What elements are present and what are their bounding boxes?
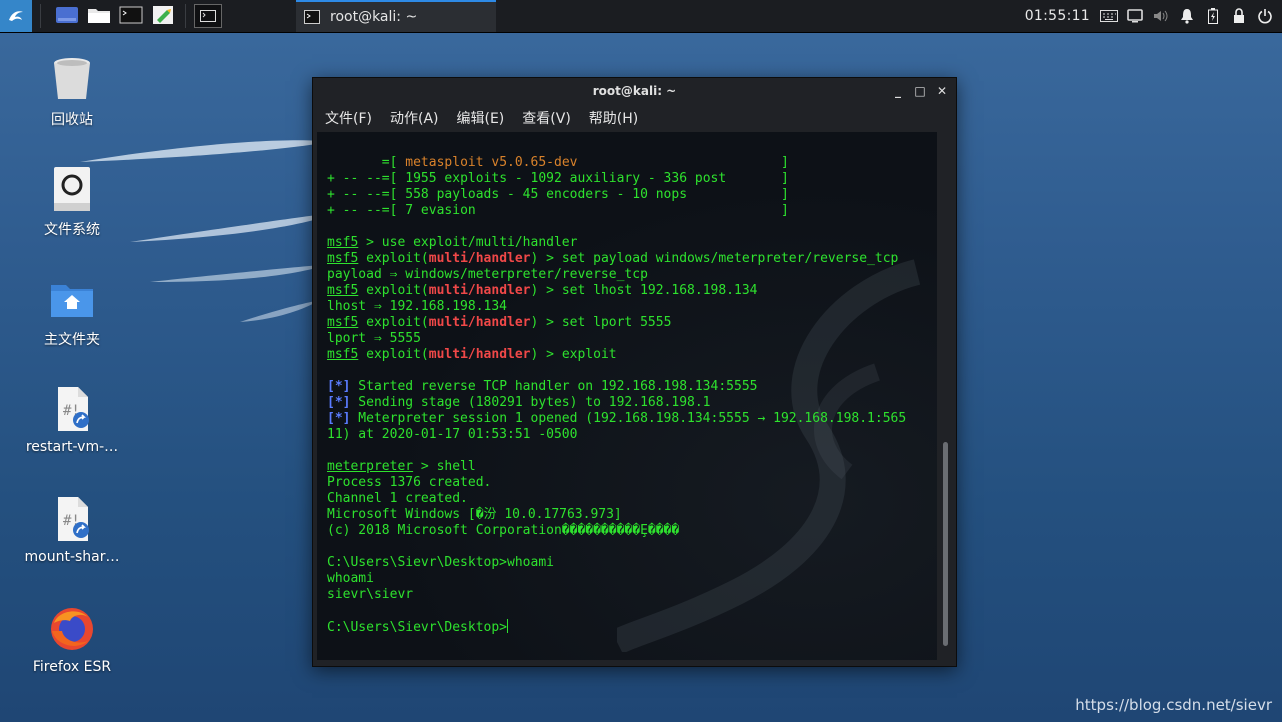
terminal-launcher[interactable] (119, 5, 145, 27)
desktop-icon-mount-share[interactable]: #! mount-shar… (17, 495, 127, 565)
desktop-icon-label: Firefox ESR (32, 659, 112, 675)
drive-icon (54, 167, 90, 211)
volume-control[interactable] (1148, 0, 1174, 32)
task-title: root@kali: ~ (330, 9, 418, 25)
home-folder-icon (51, 285, 93, 317)
watermark: https://blog.csdn.net/sievr (1075, 696, 1272, 714)
minimize-button[interactable]: _ (892, 84, 904, 98)
notification-button[interactable] (1174, 0, 1200, 32)
desktop-icon-label: 主文件夹 (44, 332, 100, 348)
lock-icon (1234, 8, 1244, 23)
terminal-scrollbar-thumb[interactable] (943, 442, 948, 646)
lock-screen-button[interactable] (1226, 0, 1252, 32)
menu-bar: 文件(F) 动作(A) 编辑(E) 查看(V) 帮助(H) (313, 104, 956, 132)
taskbar-terminal-task[interactable]: root@kali: ~ (296, 0, 496, 32)
script-icon: #! (58, 497, 89, 541)
maximize-button[interactable]: □ (914, 84, 926, 98)
trash-icon (54, 58, 90, 99)
desktop-icon-firefox[interactable]: Firefox ESR (17, 605, 127, 675)
script-icon: #! (58, 387, 89, 431)
terminal-output[interactable]: =[ metasploit v5.0.65-dev ] + -- --=[ 195… (317, 132, 937, 660)
text-editor-launcher[interactable] (151, 5, 177, 27)
folder-launcher[interactable] (87, 5, 113, 27)
workspace-switcher[interactable] (194, 4, 222, 28)
close-button[interactable]: ✕ (936, 84, 948, 98)
desktop-icon-label: 文件系统 (44, 222, 100, 238)
desktop-icon-label: mount-shar… (24, 549, 120, 565)
window-titlebar[interactable]: root@kali: ~ _ □ ✕ (313, 78, 956, 104)
notification-icon (1181, 9, 1193, 24)
desktop-icon-label: 回收站 (51, 112, 93, 128)
menu-help[interactable]: 帮助(H) (589, 108, 638, 128)
terminal-window[interactable]: root@kali: ~ _ □ ✕ 文件(F) 动作(A) 编辑(E) 查看(… (312, 77, 957, 667)
keyboard-indicator[interactable] (1096, 0, 1122, 32)
power-icon (1258, 9, 1272, 24)
kali-menu-button[interactable] (0, 0, 32, 32)
desktop-icon-home[interactable]: 主文件夹 (17, 275, 127, 349)
power-button[interactable] (1252, 0, 1278, 32)
terminal-text: =[ metasploit v5.0.65-dev ] + -- --=[ 195… (327, 155, 907, 635)
file-manager-launcher[interactable] (55, 5, 81, 27)
system-tray: 01:55:11 (1025, 0, 1282, 32)
desktop-icon-filesystem[interactable]: 文件系统 (17, 165, 127, 239)
battery-icon (1208, 8, 1218, 24)
display-indicator[interactable] (1122, 0, 1148, 32)
menu-file[interactable]: 文件(F) (325, 108, 372, 128)
terminal-icon (304, 10, 320, 24)
desktop-icon-trash[interactable]: 回收站 (17, 55, 127, 129)
desktop-icon-restart-vm[interactable]: #! restart-vm-… (17, 385, 127, 455)
kali-menu-icon (9, 11, 23, 21)
folder-icon (88, 9, 110, 23)
clock[interactable]: 01:55:11 (1025, 8, 1090, 24)
menu-actions[interactable]: 动作(A) (390, 108, 439, 128)
desktop-icon-label: restart-vm-… (25, 439, 119, 455)
text-editor-icon (153, 6, 173, 24)
file-manager-icon (56, 7, 78, 23)
menu-edit[interactable]: 编辑(E) (457, 108, 505, 128)
keyboard-icon (1100, 10, 1118, 22)
display-icon (1127, 9, 1143, 23)
volume-icon (1154, 10, 1168, 22)
workspace-icon (200, 10, 216, 22)
battery-indicator[interactable] (1200, 0, 1226, 32)
terminal-icon (119, 6, 143, 24)
firefox-icon (51, 608, 93, 650)
text-cursor (507, 619, 509, 633)
menu-view[interactable]: 查看(V) (522, 108, 571, 128)
window-title: root@kali: ~ (592, 84, 677, 98)
